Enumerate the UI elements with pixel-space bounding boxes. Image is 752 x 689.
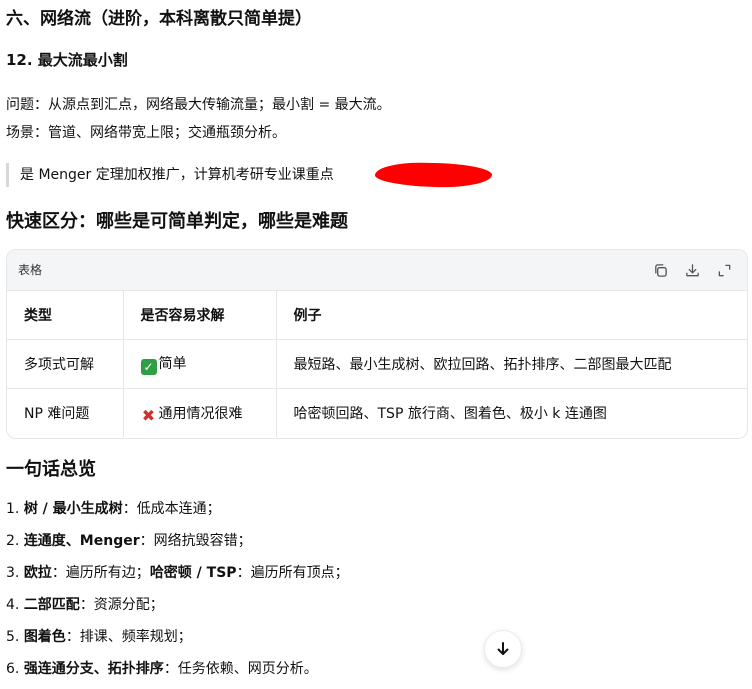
- list-item: 2. 连通度、Menger：网络抗毁容错；: [6, 533, 252, 549]
- type-cell: 多项式可解: [7, 339, 124, 389]
- list-item: 3. 欧拉：遍历所有边；哈密顿 / TSP：遍历所有顶点；: [6, 565, 349, 581]
- summary-heading: 一句话总览: [6, 459, 96, 480]
- table-toolbar: 表格: [7, 250, 747, 291]
- type-cell: NP 难问题: [7, 388, 124, 437]
- table-row: NP 难问题 ✖ 通用情况很难 哈密顿回路、TSP 旅行商、图着色、极小 k 连通…: [7, 388, 747, 437]
- table-tools: [651, 261, 733, 279]
- quote-text: 是 Menger 定理加权推广，计算机考研专业课重点: [20, 167, 334, 183]
- header-cell: 例子: [276, 291, 747, 340]
- list-item: 5. 图着色：排课、频率规划；: [6, 629, 192, 645]
- example-cell: 最短路、最小生成树、欧拉回路、拓扑排序、二部图最大匹配: [276, 339, 747, 389]
- blockquote: 是 Menger 定理加权推广，计算机考研专业课重点: [6, 163, 334, 187]
- status-cell: ✖ 通用情况很难: [123, 388, 277, 437]
- subsection-heading: 12. 最大流最小割: [6, 51, 128, 69]
- quick-distinction-heading: 快速区分：哪些是可简单判定，哪些是难题: [6, 211, 348, 232]
- redaction-scribble: [374, 161, 493, 189]
- summary-list: 1. 树 / 最小生成树：低成本连通； 2. 连通度、Menger：网络抗毁容错…: [6, 497, 349, 689]
- chat-content: 六、网络流（进阶，本科离散只简单提） 12. 最大流最小割 问题：从源点到汇点，…: [0, 0, 752, 683]
- table-header-row: 类型 是否容易求解 例子: [7, 291, 747, 340]
- problem-line: 问题：从源点到汇点，网络最大传输流量；最小割 = 最大流。: [6, 97, 391, 113]
- header-cell: 类型: [7, 291, 124, 340]
- table-row: 多项式可解 ✓ 简单 最短路、最小生成树、欧拉回路、拓扑排序、二部图最大匹配: [7, 339, 747, 389]
- copy-icon[interactable]: [651, 261, 669, 279]
- arrow-down-icon: [497, 642, 509, 655]
- expand-icon[interactable]: [715, 261, 733, 279]
- header-cell: 是否容易求解: [123, 291, 277, 340]
- example-cell: 哈密顿回路、TSP 旅行商、图着色、极小 k 连通图: [293, 406, 607, 422]
- list-item: 4. 二部匹配：资源分配；: [6, 597, 164, 613]
- list-item: 6. 强连通分支、拓扑排序：任务依赖、网页分析。: [6, 661, 318, 677]
- cross-mark-icon: ✖: [141, 405, 156, 425]
- status-cell: ✓ 简单: [123, 339, 277, 389]
- status-text: 简单: [158, 356, 187, 372]
- table-card: 表格 类型 是否容易求解 例子 多项式可解 ✓ 简单 最短路、最小生成树、欧拉回…: [6, 249, 748, 439]
- scenario-line: 场景：管道、网络带宽上限；交通瓶颈分析。: [6, 125, 286, 141]
- complexity-table: 类型 是否容易求解 例子 多项式可解 ✓ 简单 最短路、最小生成树、欧拉回路、拓扑…: [7, 291, 747, 437]
- scroll-to-bottom-button[interactable]: [484, 630, 522, 668]
- section-heading: 六、网络流（进阶，本科离散只简单提）: [6, 9, 312, 29]
- list-item: 1. 树 / 最小生成树：低成本连通；: [6, 501, 221, 517]
- status-text: 通用情况很难: [158, 405, 243, 422]
- download-icon[interactable]: [683, 261, 701, 279]
- table-label: 表格: [18, 263, 43, 277]
- check-mark-icon: ✓: [140, 359, 157, 375]
